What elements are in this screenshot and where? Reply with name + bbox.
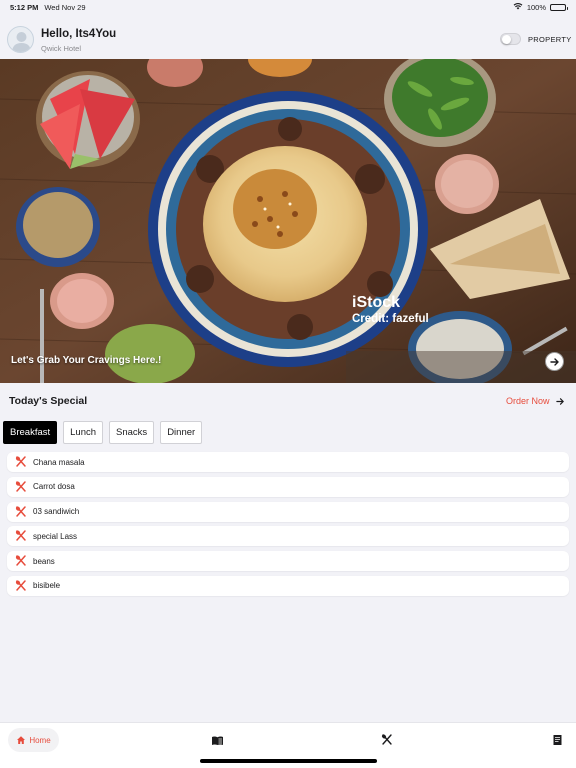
tab-breakfast[interactable]: Breakfast [3, 421, 58, 444]
user-icon [12, 32, 31, 52]
status-right: 100% [513, 2, 568, 12]
hero-tagline: Let's Grab Your Cravings Here.! [11, 355, 162, 366]
menu-book-icon [211, 736, 223, 745]
watermark-logo: iStock [352, 294, 401, 311]
menu-item-label: Carrot dosa [33, 482, 75, 492]
arrow-right-icon [549, 357, 559, 366]
menu-item-label: bisibele [33, 581, 61, 591]
hotel-name: Qwick Hotel [41, 44, 82, 53]
hero-banner[interactable] [0, 59, 576, 383]
nav-menu[interactable] [210, 733, 224, 747]
wifi-icon [513, 2, 523, 12]
battery-percent: 100% [526, 2, 546, 12]
menu-item[interactable]: 03 sandiwich [7, 501, 569, 522]
order-now-link[interactable]: Order Now [506, 396, 565, 406]
menu-item[interactable]: special Lass [7, 526, 569, 547]
menu-item[interactable]: beans [7, 551, 569, 572]
receipt-icon [553, 735, 561, 745]
property-toggle[interactable] [500, 33, 521, 45]
property-toggle-label: PROPERTY [528, 35, 572, 44]
greeting-title: Hello, Its4You [41, 28, 117, 40]
watermark-strip [346, 351, 576, 383]
avatar[interactable] [7, 26, 34, 53]
fork-knife-icon [15, 580, 27, 592]
tab-dinner[interactable]: Dinner [160, 421, 203, 444]
arrow-right-icon [555, 397, 565, 406]
tab-snacks[interactable]: Snacks [109, 421, 155, 444]
nav-home-label: Home [29, 735, 51, 745]
status-bar: 5:12 PM Wed Nov 29 100% [0, 0, 576, 14]
battery-icon [550, 3, 568, 11]
home-icon [17, 736, 26, 744]
nav-restaurant[interactable] [380, 733, 394, 747]
nav-home[interactable]: Home [8, 728, 59, 752]
fork-knife-icon [15, 481, 27, 493]
menu-item[interactable]: Chana masala [7, 452, 569, 472]
todays-special-title: Today's Special [9, 395, 88, 407]
watermark-credit: Credit: fazeful [352, 313, 429, 325]
fork-knife-icon [15, 530, 27, 542]
restaurant-icon [381, 734, 392, 745]
home-indicator [200, 759, 377, 763]
menu-item-label: beans [33, 556, 55, 566]
nav-orders[interactable] [550, 733, 564, 747]
fork-knife-icon [15, 456, 27, 468]
toggle-knob [502, 34, 511, 44]
menu-item[interactable]: Carrot dosa [7, 476, 569, 497]
menu-item-label: special Lass [33, 531, 78, 541]
status-left: 5:12 PM Wed Nov 29 [10, 3, 86, 12]
fork-knife-icon [15, 555, 27, 567]
fork-knife-icon [15, 505, 27, 518]
header: Hello, Its4You Qwick Hotel PROPERTY [0, 20, 576, 60]
status-time: 5:12 PM [10, 2, 39, 12]
menu-item-label: Chana masala [33, 457, 85, 467]
meal-tabs: Breakfast Lunch Snacks Dinner [3, 421, 203, 444]
menu-list: Chana masala Carrot dosa 03 sandiwich speci… [7, 452, 569, 601]
food-photo [0, 59, 576, 383]
order-now-label: Order Now [506, 396, 550, 406]
menu-item-label: 03 sandiwich [33, 507, 80, 517]
status-date: Wed Nov 29 [44, 2, 86, 12]
menu-item[interactable]: bisibele [7, 575, 569, 596]
tab-lunch[interactable]: Lunch [63, 421, 104, 444]
hero-next-button[interactable] [545, 352, 564, 371]
